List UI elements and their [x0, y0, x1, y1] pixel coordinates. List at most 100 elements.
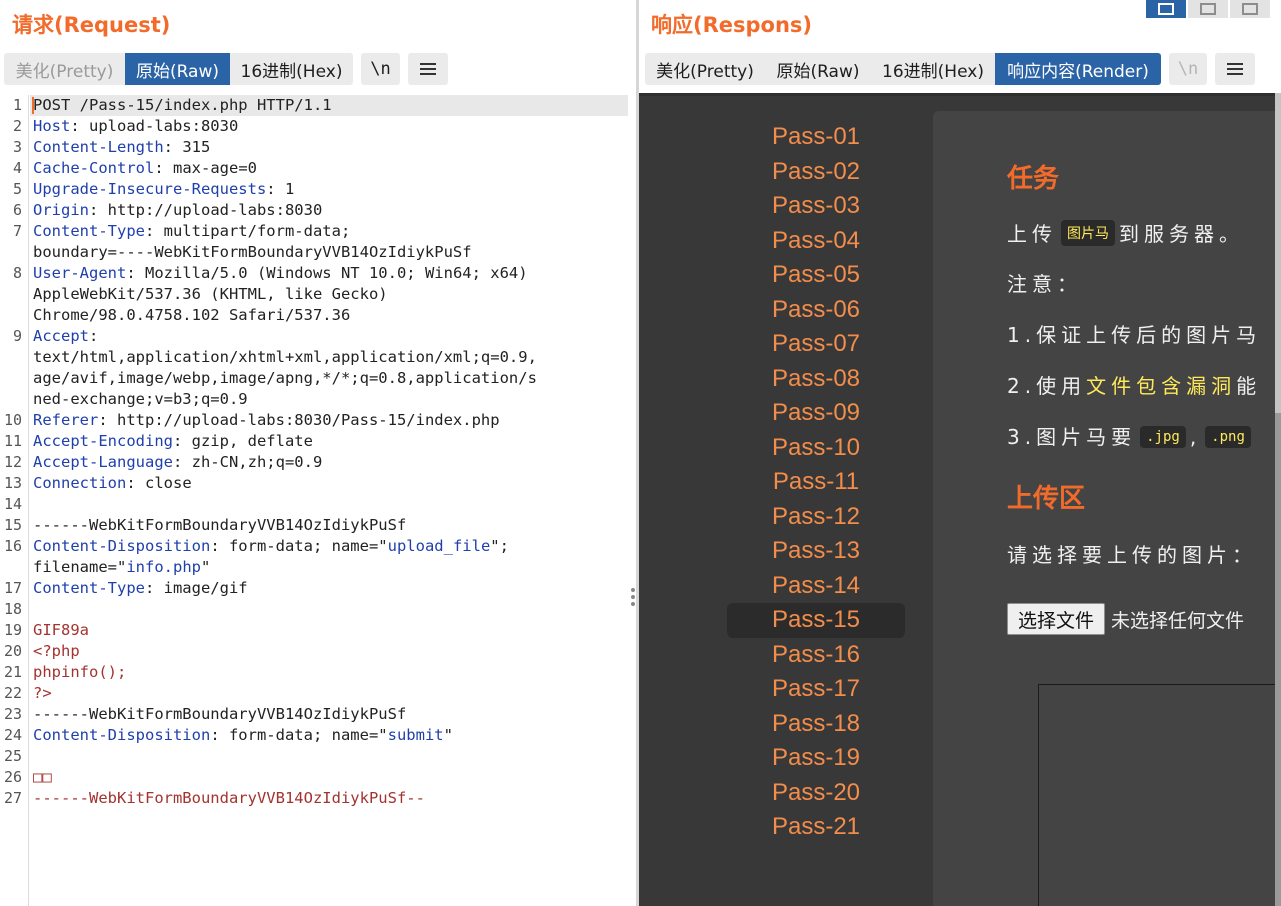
line-number: 6: [12, 201, 22, 219]
plain-text: : 1: [266, 180, 295, 198]
pass-link-pass-13[interactable]: Pass-13: [727, 534, 905, 569]
line-number: 19: [3, 621, 22, 639]
quoted-value: submit: [387, 726, 444, 744]
line-number: 1: [12, 96, 22, 114]
pass-link-pass-09[interactable]: Pass-09: [727, 396, 905, 431]
plain-text: :: [89, 327, 99, 345]
header-name: Connection: [33, 474, 127, 492]
line-number: 12: [3, 453, 22, 471]
tab-raw[interactable]: 原始(Raw): [125, 53, 230, 85]
line-text: Cache-Control: max-age=0: [33, 158, 257, 179]
file-input: 选择文件 未选择任何文件: [1007, 603, 1244, 635]
columns-icon: [1158, 3, 1174, 15]
line-number: 8: [12, 264, 22, 282]
plain-text: ned-exchange;v=b3;q=0.9: [33, 390, 248, 408]
plain-text: ": [443, 726, 453, 744]
layout-stacked-button[interactable]: [1188, 0, 1228, 18]
pass-link-pass-17[interactable]: Pass-17: [727, 672, 905, 707]
pass-link-pass-21[interactable]: Pass-21: [727, 810, 905, 845]
choose-file-button[interactable]: 选择文件: [1007, 603, 1106, 635]
request-title: 请求(Request): [12, 13, 171, 37]
hamburger-menu-icon: [1227, 63, 1243, 75]
pass-link-pass-02[interactable]: Pass-02: [727, 155, 905, 190]
header-name: Accept-Language: [33, 453, 173, 471]
content-card: 任务 上传 图片马 到服务器。 注意： 1.保证上传后的图片马 2.使用文件包含漏洞…: [933, 111, 1281, 906]
image-preview-box: [1038, 684, 1281, 906]
plain-text: : http://upload-labs:8030: [89, 201, 323, 219]
line-text: filename="info.php": [33, 557, 210, 578]
header-name: Accept: [33, 327, 89, 345]
header-name: Origin: [33, 201, 89, 219]
text-cursor: [32, 97, 34, 114]
note-2-highlight: 文件包含漏洞: [1086, 374, 1237, 398]
task-prefix: 上传: [1007, 222, 1057, 246]
file-status-text: 未选择任何文件: [1111, 609, 1245, 632]
pass-link-pass-01[interactable]: Pass-01: [727, 120, 905, 155]
header-name: Accept-Encoding: [33, 432, 173, 450]
note-3-separator: ,: [1189, 425, 1202, 449]
line-text: Content-Type: multipart/form-data;: [33, 221, 350, 242]
line-number: 20: [3, 642, 22, 660]
plain-text: ": [200, 558, 211, 576]
body-payload: □□: [33, 768, 52, 786]
request-editor[interactable]: 1 POST /Pass-15/index.php HTTP/1.1 2 Host: …: [0, 95, 636, 906]
tab-raw[interactable]: 原始(Raw): [765, 53, 871, 85]
line-text: ned-exchange;v=b3;q=0.9: [33, 389, 248, 410]
pass-link-pass-10[interactable]: Pass-10: [727, 431, 905, 466]
hamburger-menu-icon: [420, 63, 436, 75]
plain-text: Chrome/98.0.4758.102 Safari/537.36: [33, 306, 351, 324]
plain-text: : form-data; name=": [210, 537, 388, 555]
line-number: 5: [12, 180, 22, 198]
header-name: Referer: [33, 411, 99, 429]
header-name: Host: [33, 117, 71, 135]
plain-text: boundary=----WebKitFormBoundaryVVB14OzId…: [33, 243, 472, 261]
render-scrollbar[interactable]: [1275, 93, 1281, 906]
pass-link-pass-04[interactable]: Pass-04: [727, 224, 905, 259]
line-number: 9: [12, 327, 22, 345]
pass-link-pass-11[interactable]: Pass-11: [727, 465, 905, 500]
line-number: 22: [3, 684, 22, 702]
pass-link-pass-08[interactable]: Pass-08: [727, 362, 905, 397]
line-number: 4: [12, 159, 22, 177]
pass-link-pass-19[interactable]: Pass-19: [727, 741, 905, 776]
tab-pretty[interactable]: 美化(Pretty): [645, 53, 765, 85]
pass-link-pass-05[interactable]: Pass-05: [727, 258, 905, 293]
pass-link-pass-16[interactable]: Pass-16: [727, 638, 905, 673]
pass-link-pass-12[interactable]: Pass-12: [727, 500, 905, 535]
line-text: Accept-Encoding: gzip, deflate: [33, 431, 313, 452]
request-pane: 请求(Request) 美化(Pretty) 原始(Raw) 16进制(Hex)…: [0, 0, 636, 906]
line-text: POST /Pass-15/index.php HTTP/1.1: [33, 95, 332, 116]
body-payload: ------WebKitFormBoundaryVVB14OzIdiykPuSf…: [33, 789, 425, 807]
pass-link-pass-20[interactable]: Pass-20: [727, 776, 905, 811]
header-name: Content-Type: [33, 579, 145, 597]
layout-tabs-button[interactable]: [1230, 0, 1270, 18]
plain-text: : max-age=0: [154, 159, 257, 177]
line-text: text/html,application/xhtml+xml,applicat…: [33, 347, 537, 368]
task-description: 上传 图片马 到服务器。: [1007, 218, 1244, 247]
tab-hex[interactable]: 16进制(Hex): [871, 53, 995, 85]
tab-hex[interactable]: 16进制(Hex): [230, 53, 353, 85]
request-menu-button[interactable]: [408, 53, 448, 85]
newline-toggle-button[interactable]: \n: [361, 53, 400, 85]
pass-link-pass-14[interactable]: Pass-14: [727, 569, 905, 604]
pass-link-pass-03[interactable]: Pass-03: [727, 189, 905, 224]
pane-resize-grip-icon[interactable]: [631, 588, 635, 610]
tab-pretty[interactable]: 美化(Pretty): [4, 53, 125, 85]
line-number: 13: [3, 474, 22, 492]
line-text: ------WebKitFormBoundaryVVB14OzIdiykPuSf…: [33, 788, 425, 809]
tab-render[interactable]: 响应内容(Render): [995, 53, 1161, 85]
header-name: Content-Length: [33, 138, 164, 156]
line-number: 23: [3, 705, 22, 723]
pass-link-pass-06[interactable]: Pass-06: [727, 293, 905, 328]
pass-link-pass-15[interactable]: Pass-15: [727, 603, 905, 638]
pass-link-pass-07[interactable]: Pass-07: [727, 327, 905, 362]
line-text: GIF89a: [33, 620, 89, 641]
pass-link-pass-18[interactable]: Pass-18: [727, 707, 905, 742]
newline-toggle-button[interactable]: \n: [1169, 53, 1207, 85]
line-number: 24: [3, 726, 22, 744]
request-view-tabs: 美化(Pretty) 原始(Raw) 16进制(Hex): [4, 53, 353, 85]
plain-text: age/avif,image/webp,image/apng,*/*;q=0.8…: [33, 369, 537, 387]
response-menu-button[interactable]: [1215, 53, 1255, 85]
render-scrollbar-thumb[interactable]: [1275, 93, 1281, 413]
layout-side-by-side-button[interactable]: [1146, 0, 1186, 18]
